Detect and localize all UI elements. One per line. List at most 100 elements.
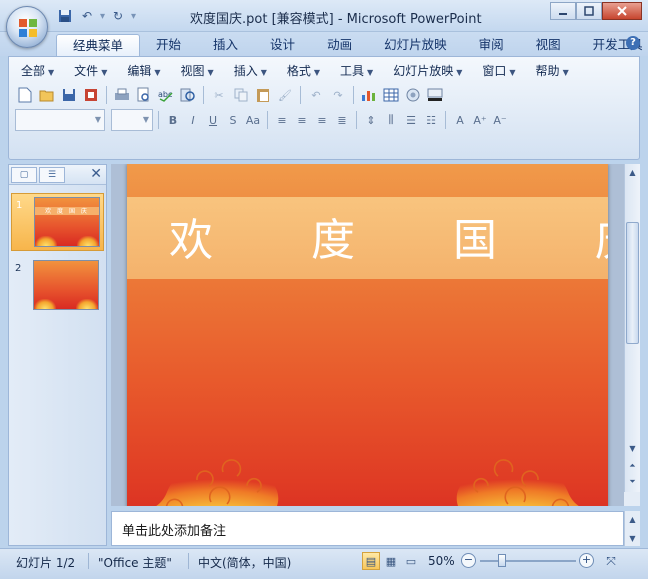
insert-chart-icon[interactable] (359, 85, 379, 105)
undo-icon[interactable]: ↶ (78, 7, 96, 25)
scroll-up-icon[interactable]: ▲ (625, 511, 640, 527)
research-icon[interactable] (178, 85, 198, 105)
scroll-up-icon[interactable]: ▲ (625, 164, 640, 180)
toolbar-separator (356, 111, 357, 129)
italic-icon[interactable]: I (184, 110, 202, 130)
save-icon[interactable] (56, 7, 74, 25)
bullets-icon[interactable]: ☷ (422, 110, 440, 130)
slide-canvas[interactable]: 欢 度 国 庆 (127, 164, 608, 506)
normal-view-icon[interactable]: ▤ (362, 552, 380, 570)
zoom-out-icon[interactable]: − (461, 553, 476, 568)
numbering-icon[interactable]: ☰ (402, 110, 420, 130)
zoom-slider-track[interactable] (480, 560, 576, 562)
color-grayscale-icon[interactable] (425, 85, 445, 105)
font-color-icon[interactable]: A (451, 110, 469, 130)
copy-icon[interactable] (231, 85, 251, 105)
scrollbar-thumb[interactable] (626, 222, 639, 344)
customize-qat-icon[interactable]: ▾ (131, 11, 136, 22)
notes-placeholder: 单击此处添加备注 (122, 524, 227, 539)
tab-insert[interactable]: 插入 (197, 34, 254, 56)
zoom-level[interactable]: 50% (428, 554, 455, 568)
menu-file[interactable]: 文件 ▼ (68, 61, 113, 81)
align-left-icon[interactable]: ≡ (273, 110, 291, 130)
previous-slide-icon[interactable]: ⏶ (625, 458, 640, 474)
menu-window[interactable]: 窗口 ▼ (476, 61, 521, 81)
font-name-combo[interactable]: ▼ (15, 109, 105, 131)
zoom-slider-thumb[interactable] (498, 554, 506, 567)
maximize-button[interactable] (576, 2, 602, 20)
help-icon[interactable]: ? (626, 36, 640, 50)
save-icon[interactable] (59, 85, 79, 105)
redo-icon[interactable]: ↷ (328, 85, 348, 105)
close-icon[interactable]: ✕ (90, 166, 102, 182)
new-document-icon[interactable] (15, 85, 35, 105)
minimize-button[interactable] (550, 2, 576, 20)
tab-classic-menu[interactable]: 经典菜单 (56, 34, 141, 56)
slide-show-icon[interactable]: ▭ (402, 552, 420, 570)
close-button[interactable] (602, 2, 642, 20)
align-right-icon[interactable]: ≡ (313, 110, 331, 130)
slide-title[interactable]: 欢 度 国 庆 (127, 216, 608, 266)
menu-insert[interactable]: 插入 ▼ (228, 61, 273, 81)
scrollbar-corner (624, 492, 640, 506)
menu-edit[interactable]: 编辑 ▼ (121, 61, 166, 81)
grow-font-icon[interactable]: A⁺ (471, 110, 489, 130)
menu-slide-show[interactable]: 幻灯片放映 ▼ (387, 61, 468, 81)
redo-icon[interactable]: ↻ (109, 7, 127, 25)
tab-design[interactable]: 设计 (254, 34, 311, 56)
scroll-down-icon[interactable]: ▼ (625, 440, 640, 456)
tab-animations[interactable]: 动画 (311, 34, 368, 56)
fit-to-window-icon[interactable]: ⤧ (602, 552, 620, 570)
tab-review[interactable]: 审阅 (463, 34, 520, 56)
menu-tools[interactable]: 工具 ▼ (334, 61, 379, 81)
vertical-scrollbar[interactable]: ▲ ▼ ⏶ ⏷ (624, 164, 640, 492)
insert-clipart-icon[interactable] (403, 85, 423, 105)
text-direction-icon[interactable]: ⇕ (362, 110, 380, 130)
tab-view[interactable]: 视图 (520, 34, 577, 56)
slides-tab-icon[interactable]: ▢ (11, 167, 37, 183)
status-separator (88, 553, 89, 569)
outline-tab-icon[interactable]: ☰ (39, 167, 65, 183)
change-case-icon[interactable]: Aa (244, 110, 262, 130)
slide-thumbnail-2[interactable]: 2 (11, 257, 104, 315)
menu-help[interactable]: 帮助 ▼ (530, 61, 575, 81)
font-size-combo[interactable]: ▼ (111, 109, 153, 131)
shrink-font-icon[interactable]: A⁻ (491, 110, 509, 130)
format-painter-icon[interactable]: 🖌 (275, 85, 295, 105)
open-folder-icon[interactable] (37, 85, 57, 105)
paste-icon[interactable] (253, 85, 273, 105)
insert-table-icon[interactable] (381, 85, 401, 105)
office-button[interactable] (6, 6, 48, 48)
undo-icon[interactable]: ↶ (306, 85, 326, 105)
tab-slide-show[interactable]: 幻灯片放映 (368, 34, 463, 56)
classic-menu-bar: 全部 ▼ 文件 ▼ 编辑 ▼ 视图 ▼ 插入 ▼ 格式 ▼ 工具 ▼ 幻灯片放映 ▼ 窗口 ▼ 帮… (15, 61, 583, 81)
slides-pane: ▢ ☰ ✕ 1 欢 度 国 庆 2 (8, 164, 107, 546)
cut-icon[interactable]: ✂ (209, 85, 229, 105)
underline-icon[interactable]: U (204, 110, 222, 130)
permission-icon[interactable] (81, 85, 101, 105)
slide-sorter-icon[interactable]: ▦ (382, 552, 400, 570)
language-indicator[interactable]: 中文(简体，中国) (198, 554, 291, 571)
bold-icon[interactable]: B (164, 110, 182, 130)
tab-home[interactable]: 开始 (140, 34, 197, 56)
window-title: 欢度国庆.pot [兼容模式] - Microsoft PowerPoint (190, 12, 482, 27)
next-slide-icon[interactable]: ⏷ (625, 474, 640, 490)
menu-view[interactable]: 视图 ▼ (175, 61, 220, 81)
print-preview-icon[interactable] (134, 85, 154, 105)
menu-all[interactable]: 全部 ▼ (15, 61, 60, 81)
print-icon[interactable] (112, 85, 132, 105)
scroll-down-icon[interactable]: ▼ (625, 530, 640, 546)
zoom-in-icon[interactable]: + (579, 553, 594, 568)
toolbar-separator (106, 86, 107, 104)
shadow-icon[interactable]: S (224, 110, 242, 130)
notes-scrollbar[interactable]: ▲ ▼ (624, 511, 640, 546)
undo-dropdown-icon[interactable]: ▾ (100, 11, 105, 22)
slide-counter: 幻灯片 1/2 (16, 556, 76, 570)
notes-pane[interactable]: 单击此处添加备注 (111, 511, 624, 546)
spelling-icon[interactable]: abc (156, 85, 176, 105)
justify-icon[interactable]: ≣ (333, 110, 351, 130)
slide-thumbnail-1[interactable]: 1 欢 度 国 庆 (11, 193, 104, 251)
columns-icon[interactable]: ⫼ (382, 110, 400, 130)
align-center-icon[interactable]: ≡ (293, 110, 311, 130)
menu-format[interactable]: 格式 ▼ (281, 61, 326, 81)
